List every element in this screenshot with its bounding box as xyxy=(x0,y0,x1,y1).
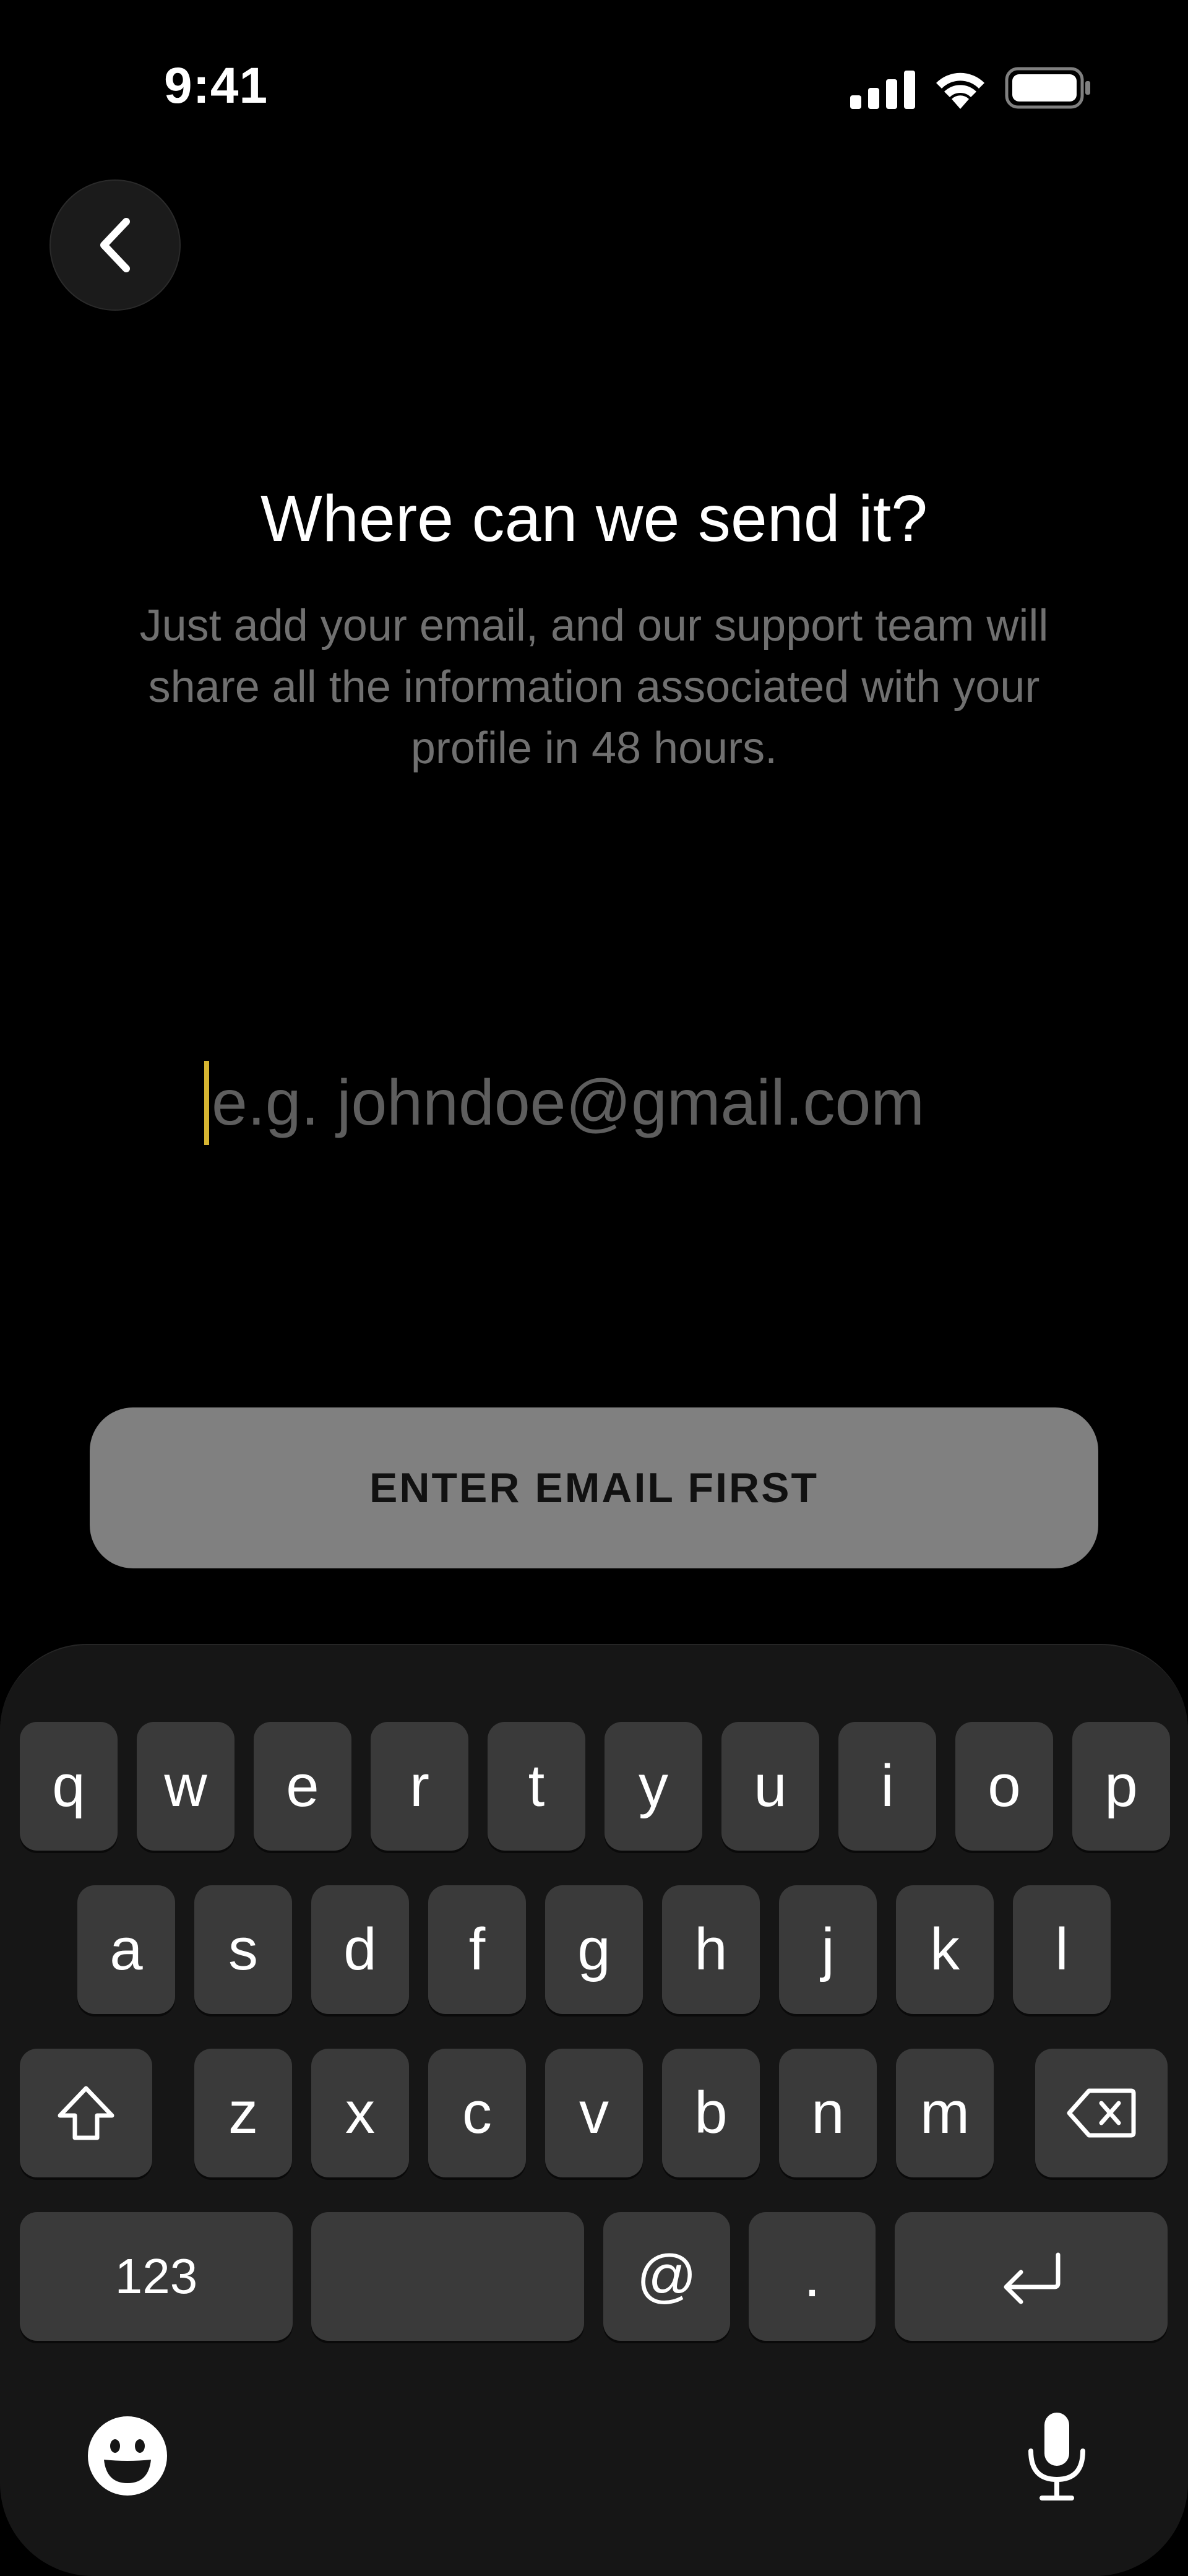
page-title: Where can we send it? xyxy=(260,482,928,555)
key-d[interactable]: d xyxy=(311,1885,409,2014)
key-z[interactable]: z xyxy=(194,2049,292,2177)
emoji-icon[interactable] xyxy=(87,2415,168,2497)
key-f[interactable]: f xyxy=(428,1885,526,2014)
signal-icon xyxy=(850,71,915,109)
key-n[interactable]: n xyxy=(779,2049,877,2177)
key-v[interactable]: v xyxy=(545,2049,643,2177)
email-field-container xyxy=(204,1060,1009,1146)
dot-key[interactable]: . xyxy=(749,2212,876,2341)
key-i[interactable]: i xyxy=(838,1722,936,1851)
at-key[interactable]: @ xyxy=(603,2212,730,2341)
onscreen-keyboard: q w e r t y u i o p a s d f g h j k l z … xyxy=(0,1644,1188,2576)
wifi-icon xyxy=(936,72,984,109)
chevron-left-icon xyxy=(100,218,130,272)
key-j[interactable]: j xyxy=(779,1885,877,2014)
submit-button[interactable]: ENTER EMAIL FIRST xyxy=(90,1407,1098,1568)
numbers-key[interactable]: 123 xyxy=(20,2212,293,2341)
status-icons xyxy=(850,67,1091,110)
text-cursor xyxy=(204,1061,209,1145)
key-u[interactable]: u xyxy=(721,1722,819,1851)
delete-key[interactable] xyxy=(1035,2049,1168,2177)
key-x[interactable]: x xyxy=(311,2049,409,2177)
key-l[interactable]: l xyxy=(1013,1885,1111,2014)
key-g[interactable]: g xyxy=(545,1885,643,2014)
page-subtitle: Just add your email, and our support tea… xyxy=(139,601,1049,773)
key-t[interactable]: t xyxy=(488,1722,585,1851)
battery-icon xyxy=(1005,67,1090,109)
key-q[interactable]: q xyxy=(20,1722,118,1851)
key-o[interactable]: o xyxy=(955,1722,1053,1851)
email-field[interactable] xyxy=(212,1066,985,1140)
key-h[interactable]: h xyxy=(662,1885,760,2014)
shift-key[interactable] xyxy=(20,2049,152,2177)
key-k[interactable]: k xyxy=(896,1885,994,2014)
key-a[interactable]: a xyxy=(77,1885,175,2014)
key-e[interactable]: e xyxy=(254,1722,351,1851)
microphone-icon[interactable] xyxy=(1025,2410,1089,2503)
key-m[interactable]: m xyxy=(896,2049,994,2177)
status-time: 9:41 xyxy=(164,58,269,114)
return-icon xyxy=(1004,2252,1060,2304)
backspace-icon xyxy=(1067,2088,1136,2138)
space-key[interactable] xyxy=(311,2212,584,2341)
key-c[interactable]: c xyxy=(428,2049,526,2177)
back-button[interactable] xyxy=(50,179,181,311)
key-s[interactable]: s xyxy=(194,1885,292,2014)
shift-icon xyxy=(58,2086,114,2140)
key-b[interactable]: b xyxy=(662,2049,760,2177)
key-y[interactable]: y xyxy=(605,1722,702,1851)
return-key[interactable] xyxy=(895,2212,1168,2341)
key-p[interactable]: p xyxy=(1072,1722,1170,1851)
key-r[interactable]: r xyxy=(371,1722,468,1851)
key-w[interactable]: w xyxy=(137,1722,235,1851)
email-request-screen: 9:41 Where can we send it? Just add your… xyxy=(0,0,1188,2576)
